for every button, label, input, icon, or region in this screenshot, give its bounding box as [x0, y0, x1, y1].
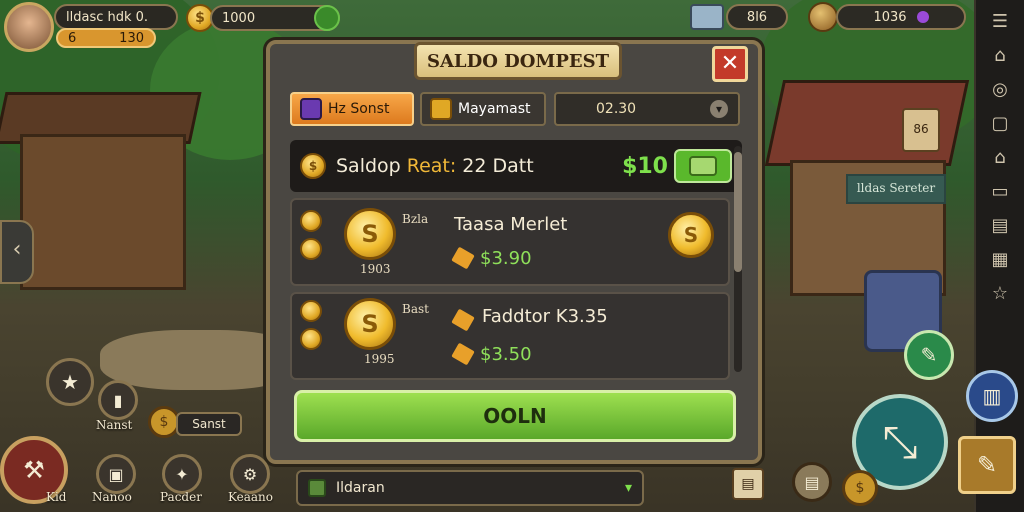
big-coin-icon: S: [344, 208, 396, 260]
quest-button[interactable]: ⚙: [230, 454, 270, 494]
gold-nugget-icon: [808, 2, 838, 32]
chevron-down-icon: ▾: [710, 100, 728, 118]
balance-accent: Reat:: [406, 155, 457, 177]
balance-label: Saldop: [336, 155, 401, 177]
player-avatar[interactable]: [4, 2, 54, 52]
quest-label: Keaano: [228, 490, 274, 504]
tab-3-label: 02.30: [596, 101, 637, 117]
inventory-icon[interactable]: ▦: [986, 246, 1014, 274]
cart-button[interactable]: ▤: [792, 462, 832, 502]
chest-button[interactable]: ▥: [966, 370, 1018, 422]
balance-bar: $ Saldop Reat: 22 Datt $10: [290, 140, 742, 192]
house-icon[interactable]: ⌂: [986, 42, 1014, 70]
home-icon[interactable]: ⌂: [986, 144, 1014, 172]
coin-icon: [300, 328, 322, 350]
upgrade-label: Nanst: [96, 418, 133, 432]
coin-icon: [300, 238, 322, 260]
tab-2-label: Mayamast: [458, 101, 531, 117]
build-label: Kid: [46, 490, 67, 504]
item-1-count: 1903: [360, 262, 391, 276]
upgrade-button[interactable]: ▮: [98, 380, 138, 420]
edit-button[interactable]: ✎: [958, 436, 1016, 494]
supply-box-icon: [690, 4, 724, 30]
item-1-tag: Bzla: [402, 212, 429, 226]
scroll-button[interactable]: ▤: [732, 468, 764, 500]
pet-label: Pacder: [160, 490, 202, 504]
supply-value: 8l6: [726, 4, 788, 30]
player-level-value: 130: [119, 30, 144, 46]
pet-button[interactable]: ✦: [162, 454, 202, 494]
shop-item-2[interactable]: S Bast 1995 Faddtor K3.35 $3.50: [290, 292, 730, 380]
gold-star-icon: [451, 308, 475, 332]
coin-counter[interactable]: $ 1000: [186, 4, 340, 32]
tab-1[interactable]: Hz Sonst: [290, 92, 414, 126]
card-icon[interactable]: ▤: [986, 212, 1014, 240]
item-1-price: $3.90: [480, 248, 532, 269]
scene-sign: lldas Sereter: [846, 174, 946, 204]
gold-value: 1036: [873, 9, 907, 25]
balance-coin-icon: $: [300, 153, 326, 179]
item-2-name: Faddtor K3.35: [482, 306, 608, 327]
lantern: 86: [902, 108, 940, 152]
list-scroll-thumb[interactable]: [734, 152, 742, 272]
confirm-button[interactable]: OOLN: [294, 390, 736, 442]
wallet-dialog: SALDO DOMPEST ✕ Hz Sonst Mayamast 02.30 …: [266, 40, 762, 464]
crate-label: Nanoo: [92, 490, 132, 504]
cash-button[interactable]: [674, 149, 732, 183]
chevron-down-icon: ▾: [624, 480, 632, 496]
gold-counter[interactable]: 1036: [808, 2, 966, 32]
close-button[interactable]: ✕: [712, 46, 748, 82]
left-nav-arrow[interactable]: ‹: [0, 220, 34, 284]
big-coin-icon: S: [344, 298, 396, 350]
balance-value: 22 Datt: [462, 155, 534, 177]
menu-icon[interactable]: ☰: [986, 8, 1014, 36]
player-level-bar: 6 130: [56, 28, 156, 48]
player-info: lldasc hdk 0.: [54, 4, 178, 30]
gem-icon: [916, 11, 929, 23]
coin-icon: [300, 300, 322, 322]
region-select-value: Ildaran: [336, 480, 385, 496]
item-1-coin-icon: S: [668, 212, 714, 258]
bag-icon[interactable]: ▢: [986, 110, 1014, 138]
crate-button[interactable]: ▣: [96, 454, 136, 494]
coin-icon: [300, 210, 322, 232]
gold-gem-icon: [451, 342, 475, 366]
coin-button[interactable]: $: [842, 470, 878, 506]
clover-icon: [314, 5, 340, 31]
item-2-tag: Bast: [402, 302, 429, 316]
gem-chest-icon: [300, 98, 322, 120]
tab-1-label: Hz Sonst: [328, 101, 390, 117]
chat-icon[interactable]: ◎: [986, 76, 1014, 104]
player-name: lldasc hdk 0.: [54, 4, 178, 30]
player-level: 6: [68, 30, 77, 46]
dialog-title: SALDO DOMPEST: [414, 42, 622, 80]
item-2-count: 1995: [364, 352, 395, 366]
coin-bag-icon: [430, 98, 452, 120]
tab-2[interactable]: Mayamast: [420, 92, 546, 126]
item-2-price: $3.50: [480, 344, 532, 365]
star-button[interactable]: ★: [46, 358, 94, 406]
region-select[interactable]: Ildaran ▾: [296, 470, 644, 506]
left-hut: [20, 134, 186, 290]
tool-button[interactable]: ✎: [904, 330, 954, 380]
gold-gem-icon: [451, 246, 475, 270]
star-icon[interactable]: ☆: [986, 280, 1014, 308]
cash-icon: [689, 156, 717, 176]
item-1-name: Taasa Merlet: [454, 214, 568, 235]
book-icon[interactable]: ▭: [986, 178, 1014, 206]
balance-price: $10: [622, 153, 668, 179]
tab-3-dropdown[interactable]: 02.30 ▾: [554, 92, 740, 126]
coin-shop-pill[interactable]: Sanst: [176, 412, 242, 436]
map-icon: [308, 479, 326, 497]
shop-item-1[interactable]: S Bzla 1903 Taasa Merlet $3.90 S: [290, 198, 730, 286]
supply-counter[interactable]: 8l6: [690, 4, 788, 30]
